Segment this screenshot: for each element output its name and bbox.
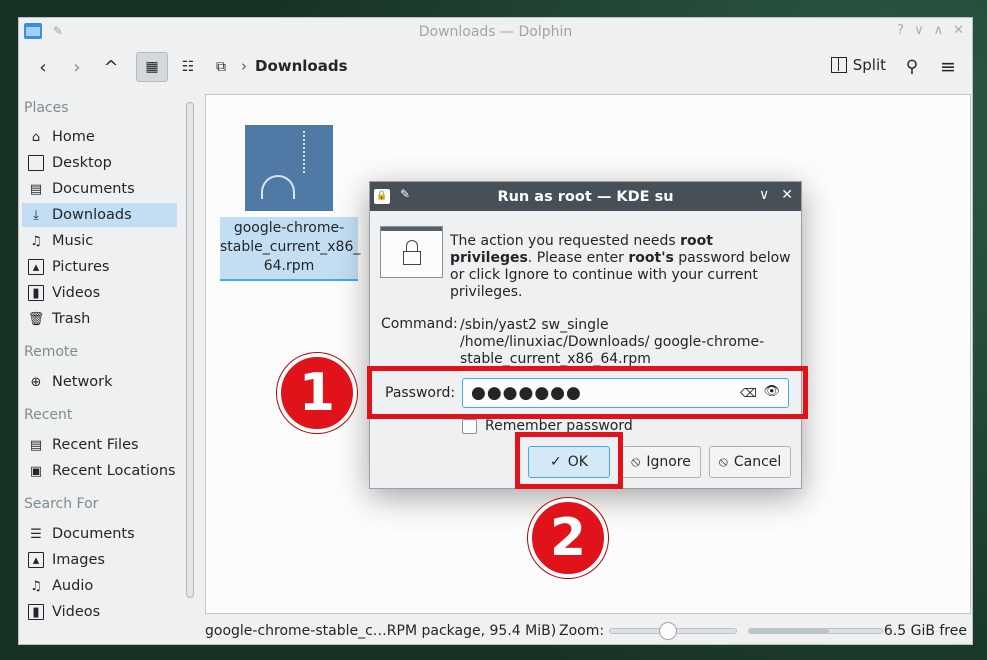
split-button[interactable]: Split <box>830 56 886 74</box>
network-icon: ⊕ <box>30 374 42 390</box>
checkbox-box[interactable] <box>462 418 477 434</box>
images-icon: ▴ <box>28 552 44 568</box>
sidebar-item-home[interactable]: ⌂ Home <box>22 125 177 149</box>
dolphin-app-icon[interactable] <box>24 23 42 39</box>
places-panel: Places ⌂ Home Desktop ▤ Documents ⤓ Downloa… <box>19 90 179 620</box>
free-space-bar <box>748 628 883 634</box>
recent-locations-icon: ▣ <box>29 463 43 479</box>
back-icon[interactable]: ‹ <box>31 54 55 80</box>
sidebar-item-trash[interactable]: 🗑 Trash <box>22 307 177 331</box>
pictures-icon: ▴ <box>28 259 44 275</box>
sidebar-item-music[interactable]: ♫ Music <box>22 229 177 253</box>
sidebar-item-search-images[interactable]: ▴ Images <box>22 548 177 572</box>
videos-icon: ▮ <box>28 604 44 620</box>
recent-header: Recent <box>24 407 73 423</box>
command-label: Command: <box>381 316 458 332</box>
music-icon: ♫ <box>30 233 42 249</box>
documents-icon: ▤ <box>29 181 43 197</box>
split-icon <box>830 57 847 73</box>
sidebar-item-pictures[interactable]: ▴ Pictures <box>22 255 177 279</box>
sidebar-item-recent-locations[interactable]: ▣ Recent Locations <box>22 459 177 483</box>
sidebar-item-search-audio[interactable]: ♫ Audio <box>22 574 177 598</box>
maximize-icon[interactable]: ∧ <box>934 23 944 38</box>
zoom-slider[interactable] <box>609 622 737 640</box>
pin-icon[interactable]: ✎ <box>53 24 63 38</box>
videos-icon: ▮ <box>28 285 44 301</box>
help-icon[interactable]: ? <box>897 23 904 38</box>
annotation-ok-highlight <box>515 432 623 489</box>
used-space-fill <box>749 629 829 633</box>
breadcrumb-downloads[interactable]: Downloads <box>255 57 348 75</box>
annotation-password-highlight <box>367 366 808 419</box>
icons-view-icon[interactable]: ▦ <box>136 52 168 82</box>
file-item-chrome-rpm[interactable]: google-chrome- stable_current_x86_ 64.rp… <box>220 125 360 281</box>
sidebar-item-recent-files[interactable]: ▤ Recent Files <box>22 433 177 457</box>
cancel-icon: ⦸ <box>718 454 728 470</box>
file-name-label: google-chrome- stable_current_x86_ 64.rp… <box>220 217 360 281</box>
breadcrumb-separator-icon: › <box>241 57 247 75</box>
lock-icon <box>380 226 443 278</box>
search-for-header: Search For <box>24 496 99 512</box>
up-icon[interactable]: ^ <box>99 54 123 80</box>
title-bar: ✎ Downloads — Dolphin ? ∨ ∧ ✕ <box>19 18 972 46</box>
sidebar-item-search-videos[interactable]: ▮ Videos <box>22 600 177 624</box>
ignore-button[interactable]: ⦸ Ignore <box>621 446 701 478</box>
sidebar-item-videos[interactable]: ▮ Videos <box>22 281 177 305</box>
split-label: Split <box>852 56 886 74</box>
window-title: Downloads — Dolphin <box>418 24 573 40</box>
sidebar-item-desktop[interactable]: Desktop <box>22 151 177 175</box>
sidebar-item-search-documents[interactable]: ☰ Documents <box>22 522 177 546</box>
close-icon[interactable]: ✕ <box>953 23 964 38</box>
zoom-label: Zoom: <box>559 623 605 639</box>
forward-icon[interactable]: › <box>65 54 89 80</box>
zoom-slider-handle[interactable] <box>658 622 677 640</box>
documents-icon: ☰ <box>30 526 42 542</box>
desktop-icon <box>28 155 44 171</box>
archive-file-icon <box>245 125 333 211</box>
sidebar-item-network[interactable]: ⊕ Network <box>22 370 177 394</box>
minimize-icon[interactable]: ∨ <box>759 187 769 203</box>
close-icon[interactable]: ✕ <box>781 187 793 203</box>
places-header: Places <box>24 100 69 116</box>
sidebar-item-downloads[interactable]: ⤓ Downloads <box>22 203 177 227</box>
search-icon[interactable]: ⚲ <box>900 55 924 79</box>
status-bar: google-chrome-stable_c…RPM package, 95.4… <box>205 621 971 641</box>
sidebar-scrollbar[interactable] <box>186 102 194 598</box>
home-icon: ⌂ <box>31 129 41 145</box>
details-view-icon[interactable]: ⧉ <box>207 53 235 81</box>
breadcrumb[interactable]: › Downloads <box>241 57 348 75</box>
pin-icon[interactable]: ✎ <box>400 187 410 201</box>
downloads-icon: ⤓ <box>33 207 39 223</box>
dialog-title-bar: 🔒 ✎ Run as root — KDE su ∨ ✕ <box>370 182 801 211</box>
dialog-message: The action you requested needs root priv… <box>450 233 791 300</box>
toolbar: ‹ › ^ ▦ ☷ ⧉ › Downloads Split ⚲ ≡ <box>19 46 972 88</box>
cancel-button[interactable]: ⦸ Cancel <box>709 446 791 478</box>
dialog-title: Run as root — KDE su <box>497 188 674 205</box>
trash-icon: 🗑 <box>27 311 45 327</box>
step-2-badge: 2 <box>528 498 608 578</box>
remote-header: Remote <box>24 344 79 360</box>
hamburger-menu-icon[interactable]: ≡ <box>936 55 960 79</box>
step-1-badge: 1 <box>277 353 357 433</box>
minimize-icon[interactable]: ∨ <box>914 23 924 38</box>
sidebar-item-documents[interactable]: ▤ Documents <box>22 177 177 201</box>
free-space-label: 6.5 GiB free <box>883 623 967 639</box>
recent-files-icon: ▤ <box>29 437 43 453</box>
compact-view-icon[interactable]: ☷ <box>174 53 202 81</box>
lock-small-icon: 🔒 <box>374 189 390 204</box>
ignore-icon: ⦸ <box>631 454 641 470</box>
command-value: /sbin/yast2 sw_single /home/linuxiac/Dow… <box>460 317 765 367</box>
audio-icon: ♫ <box>30 578 42 594</box>
status-info: google-chrome-stable_c…RPM package, 95.4… <box>205 623 557 639</box>
